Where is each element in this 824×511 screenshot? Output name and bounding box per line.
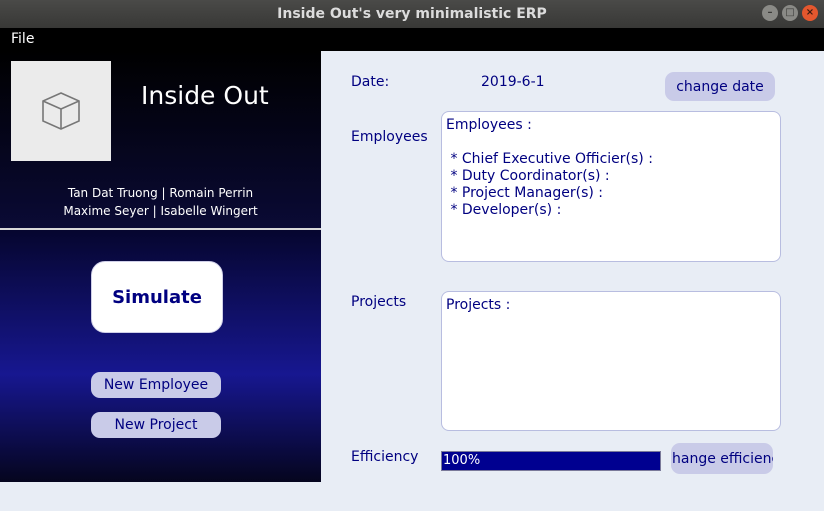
efficiency-label: Efficiency bbox=[351, 449, 419, 465]
bottom-strip bbox=[0, 482, 321, 511]
change-efficiency-button[interactable]: hange efficienc bbox=[671, 443, 773, 474]
progress-text: 100% bbox=[443, 453, 481, 468]
new-project-button[interactable]: New Project bbox=[91, 412, 221, 438]
company-logo bbox=[11, 61, 111, 161]
minimize-icon[interactable]: – bbox=[762, 5, 778, 21]
menu-file[interactable]: File bbox=[11, 31, 34, 47]
simulate-button[interactable]: Simulate bbox=[91, 261, 223, 333]
new-employee-button[interactable]: New Employee bbox=[91, 372, 221, 398]
authors-line-2: Maxime Seyer | Isabelle Wingert bbox=[63, 204, 258, 218]
window-title: Inside Out's very minimalistic ERP bbox=[277, 6, 547, 22]
employees-label: Employees bbox=[351, 129, 428, 145]
authors: Tan Dat Truong | Romain Perrin Maxime Se… bbox=[0, 184, 321, 220]
projects-textbox[interactable]: Projects : bbox=[441, 291, 781, 431]
authors-line-1: Tan Dat Truong | Romain Perrin bbox=[67, 186, 254, 200]
change-date-button[interactable]: change date bbox=[665, 72, 775, 101]
employees-textbox[interactable]: Employees : * Chief Executive Officier(s… bbox=[441, 111, 781, 262]
company-name: Inside Out bbox=[141, 81, 269, 110]
menu-bar: File bbox=[0, 28, 824, 51]
date-label: Date: bbox=[351, 74, 390, 90]
efficiency-progress-bar: 100% bbox=[441, 451, 661, 471]
left-panel: Inside Out Tan Dat Truong | Romain Perri… bbox=[0, 51, 321, 482]
cube-icon bbox=[42, 92, 80, 130]
divider bbox=[0, 228, 321, 230]
projects-label: Projects bbox=[351, 294, 407, 310]
company-header: Inside Out Tan Dat Truong | Romain Perri… bbox=[0, 51, 321, 228]
close-icon[interactable]: × bbox=[802, 5, 818, 21]
maximize-icon[interactable]: □ bbox=[782, 5, 798, 21]
window-controls: – □ × bbox=[762, 5, 818, 21]
title-bar: Inside Out's very minimalistic ERP – □ × bbox=[0, 0, 824, 28]
date-value: 2019-6-1 bbox=[481, 74, 545, 90]
